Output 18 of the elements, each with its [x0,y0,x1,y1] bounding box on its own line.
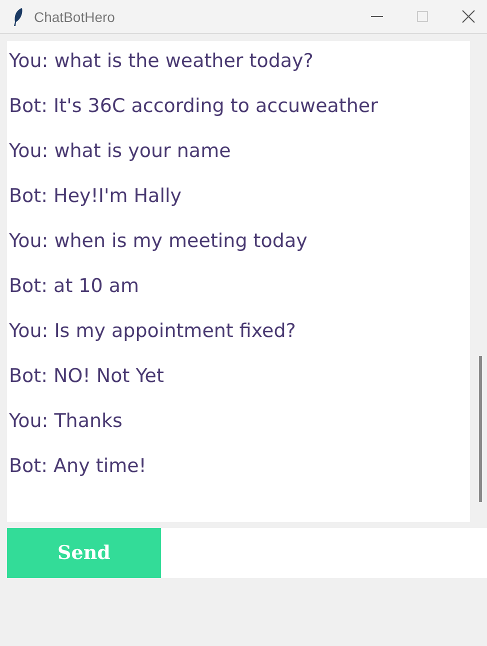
message-input[interactable] [161,528,487,578]
chat-message: Bot: NO! Not Yet [8,364,165,389]
chat-message: Bot: Hey!I'm Hally [8,184,182,209]
close-icon[interactable] [462,10,475,23]
chat-message: You: when is my meeting today [8,229,308,254]
chat-message: Bot: It's 36C according to accuweather [8,94,379,119]
maximize-icon[interactable] [417,11,428,22]
chat-message: You: Thanks [8,409,124,434]
chat-message: You: what is your name [8,139,232,164]
scrollbar-thumb[interactable] [479,356,482,502]
send-button[interactable]: Send [7,528,161,578]
chat-message: Bot: Any time! [8,454,148,479]
chat-message: You: Is my appointment fixed? [8,319,297,344]
chat-message: Bot: at 10 am [8,274,140,299]
minimize-icon[interactable] [371,16,383,18]
feather-icon [12,6,24,26]
chat-message: You: what is the weather today? [8,49,314,74]
window-title: ChatBotHero [34,8,115,24]
